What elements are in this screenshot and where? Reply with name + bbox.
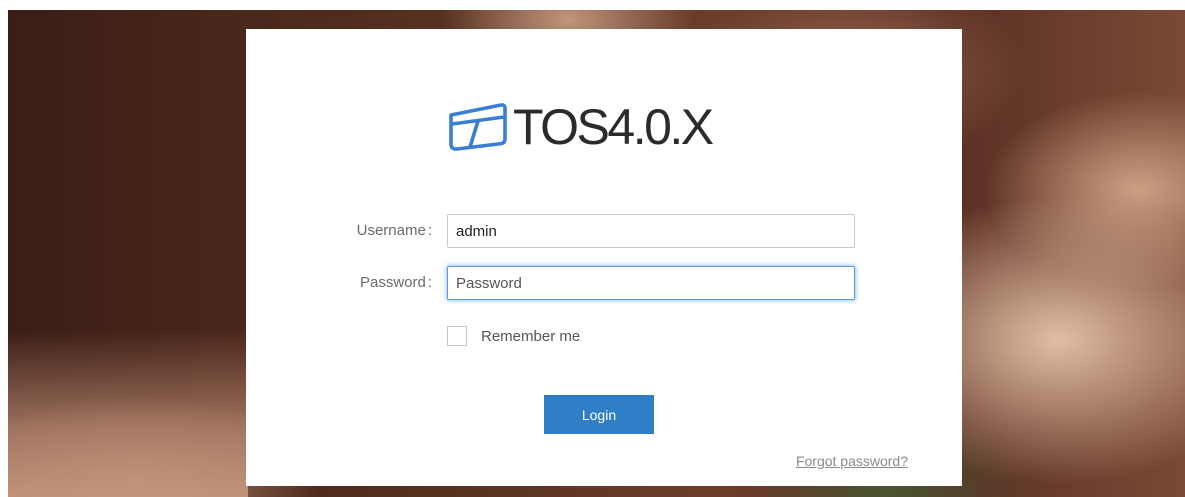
product-name: TOS4.0.X — [513, 99, 714, 155]
login-screen: TOS4.0.X Username: Password: Remember me… — [0, 0, 1185, 497]
forgot-password-link[interactable]: Forgot password? — [796, 453, 908, 469]
remember-me-option[interactable]: Remember me — [447, 325, 580, 347]
product-logo: TOS4.0.X — [447, 97, 714, 157]
username-label-text: Username — [356, 222, 426, 239]
username-label-colon: : — [427, 222, 432, 239]
remember-me-checkbox[interactable] — [447, 326, 467, 346]
username-label: Username: — [357, 214, 432, 248]
remember-me-label: Remember me — [481, 327, 581, 345]
username-row: Username: — [246, 214, 962, 248]
username-input[interactable] — [447, 214, 855, 248]
password-label: Password: — [360, 266, 432, 300]
password-row: Password: — [246, 266, 962, 300]
background-blanket — [8, 330, 248, 497]
password-label-colon: : — [427, 274, 432, 291]
password-label-text: Password — [359, 274, 426, 291]
login-button[interactable]: Login — [544, 395, 654, 434]
login-card: TOS4.0.X Username: Password: Remember me… — [246, 29, 962, 486]
window-frame-icon — [449, 103, 507, 151]
password-input[interactable] — [447, 266, 855, 300]
